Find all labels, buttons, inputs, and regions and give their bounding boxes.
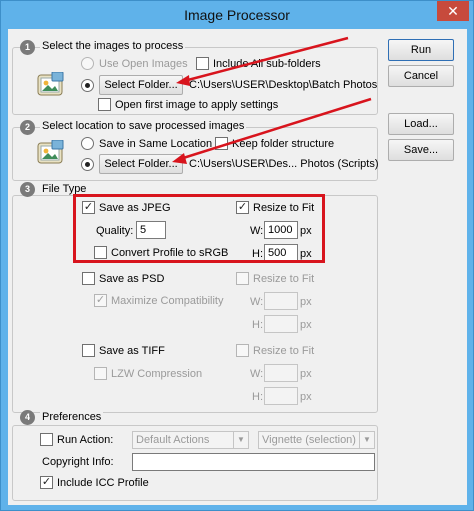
source-folder-path: C:\Users\USER\Desktop\Batch Photos [189, 79, 378, 91]
save-same-location-radio[interactable] [81, 137, 94, 150]
chevron-down-icon: ▼ [359, 432, 374, 448]
save-as-psd-label: Save as PSD [99, 273, 165, 285]
psd-resize-label: Resize to Fit [253, 273, 315, 285]
section1-title: Select the images to process [40, 40, 186, 52]
dialog-body: Run Cancel Load... Save... 1 Select the … [8, 29, 467, 505]
close-icon: ✕ [447, 3, 459, 19]
use-open-images-label: Use Open Images [99, 58, 188, 70]
tiff-height-input[interactable] [264, 387, 298, 405]
step-number-2: 2 [20, 120, 35, 135]
chevron-down-icon: ▼ [233, 432, 248, 448]
tiff-height-unit: px [300, 391, 312, 403]
keep-folder-structure-label: Keep folder structure [232, 138, 335, 150]
tiff-resize-checkbox[interactable] [236, 344, 249, 357]
tiff-resize-label: Resize to Fit [253, 345, 315, 357]
save-as-psd-checkbox[interactable] [82, 272, 95, 285]
save-settings-button[interactable]: Save... [388, 139, 454, 161]
copyright-label: Copyright Info: [42, 456, 114, 468]
keep-folder-structure-checkbox[interactable] [215, 137, 228, 150]
save-as-tiff-checkbox[interactable] [82, 344, 95, 357]
action-set-dropdown[interactable]: Default Actions ▼ [132, 431, 249, 449]
include-icc-checkbox[interactable]: ✓ [40, 476, 53, 489]
select-folder-radio[interactable] [81, 79, 94, 92]
photoshop-image-icon [37, 140, 64, 164]
psd-height-input[interactable] [264, 315, 298, 333]
maximize-compat-checkbox[interactable]: ✓ [94, 294, 107, 307]
include-icc-label: Include ICC Profile [57, 477, 149, 489]
select-dest-folder-radio[interactable] [81, 158, 94, 171]
section2-title: Select location to save processed images [40, 120, 247, 132]
run-action-checkbox[interactable] [40, 433, 53, 446]
image-processor-window: Image Processor ✕ Run Cancel Load... Sav… [0, 0, 474, 511]
action-value: Vignette (selection) [262, 434, 356, 446]
action-dropdown[interactable]: Vignette (selection) ▼ [258, 431, 375, 449]
select-dest-folder-button[interactable]: Select Folder... [99, 154, 183, 174]
step-number-1: 1 [20, 40, 35, 55]
lzw-compression-checkbox[interactable] [94, 367, 107, 380]
tiff-height-label: H: [252, 391, 263, 403]
psd-width-label: W: [250, 296, 264, 308]
psd-width-input[interactable] [264, 292, 298, 310]
select-source-folder-button[interactable]: Select Folder... [99, 75, 183, 95]
cancel-button[interactable]: Cancel [388, 65, 454, 87]
run-button[interactable]: Run [388, 39, 454, 61]
section4-title: Preferences [40, 411, 104, 423]
step-number-4: 4 [20, 410, 35, 425]
include-subfolders-label: Include All sub-folders [213, 58, 321, 70]
open-first-image-checkbox[interactable] [98, 98, 111, 111]
lzw-compression-label: LZW Compression [111, 368, 203, 380]
psd-width-unit: px [300, 296, 312, 308]
psd-resize-checkbox[interactable] [236, 272, 249, 285]
step-number-3: 3 [20, 182, 35, 197]
psd-height-label: H: [252, 319, 263, 331]
section-save-location [12, 127, 378, 181]
include-subfolders-checkbox[interactable] [196, 57, 209, 70]
maximize-compat-label: Maximize Compatibility [111, 295, 224, 307]
use-open-images-radio[interactable] [81, 57, 94, 70]
action-set-value: Default Actions [136, 434, 210, 446]
save-as-tiff-label: Save as TIFF [99, 345, 165, 357]
tiff-width-unit: px [300, 368, 312, 380]
load-button[interactable]: Load... [388, 113, 454, 135]
save-same-location-label: Save in Same Location [99, 138, 213, 150]
jpeg-settings-highlight-box [73, 194, 325, 263]
dest-folder-path: C:\Users\USER\Des... Photos (Scripts) [189, 158, 379, 170]
close-button[interactable]: ✕ [437, 1, 469, 21]
open-first-image-label: Open first image to apply settings [115, 99, 279, 111]
tiff-width-input[interactable] [264, 364, 298, 382]
run-action-label: Run Action: [57, 434, 114, 446]
photoshop-image-icon [37, 72, 64, 96]
copyright-input[interactable] [132, 453, 375, 471]
window-title: Image Processor [184, 7, 290, 23]
title-bar[interactable]: Image Processor ✕ [1, 1, 473, 29]
psd-height-unit: px [300, 319, 312, 331]
tiff-width-label: W: [250, 368, 264, 380]
